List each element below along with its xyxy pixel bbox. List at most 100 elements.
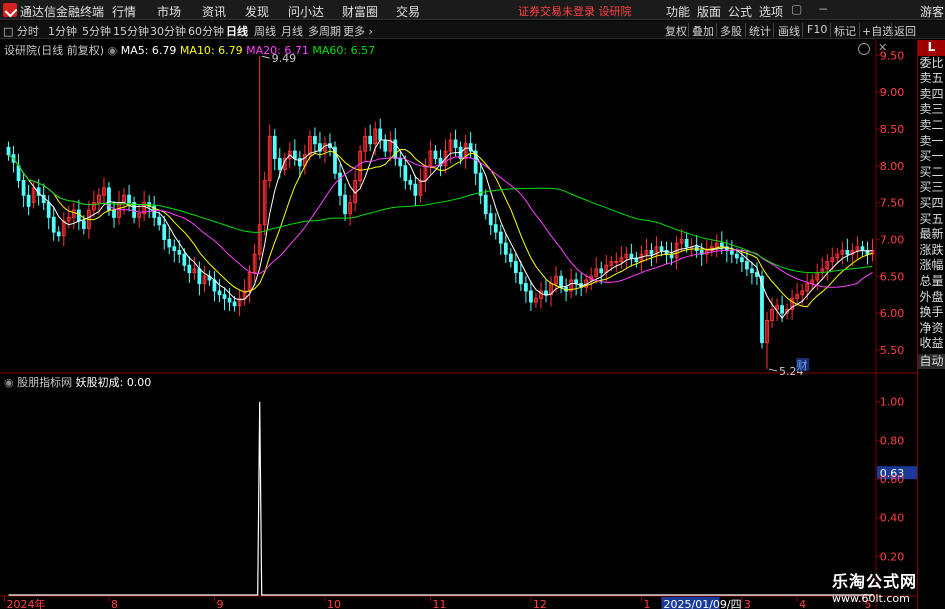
candle-body xyxy=(167,238,172,248)
date-highlight-label: 2025/01/09/四 xyxy=(664,598,742,609)
close-icon[interactable]: ✕ xyxy=(878,42,890,55)
sub-tick-label: 0.40 xyxy=(880,512,905,525)
multi-stock-button[interactable]: 多股 xyxy=(720,23,742,39)
candle-body xyxy=(177,250,182,255)
candle-body xyxy=(217,290,222,296)
panel-item: 最新 xyxy=(919,227,944,242)
period-tab[interactable]: 5分钟 xyxy=(82,23,111,39)
main-legend: 设研院(日线 前复权) ◉ MA5: 6.79 MA10: 6.79 MA20:… xyxy=(4,42,375,58)
period-tab[interactable]: 月线 xyxy=(281,23,303,39)
adjust-button[interactable]: 复权 xyxy=(665,23,687,39)
auto-button[interactable]: 自动 xyxy=(918,353,945,370)
mark-button[interactable]: 标记 xyxy=(834,23,856,39)
settings-icon[interactable] xyxy=(858,43,870,55)
separator xyxy=(891,23,892,37)
panel-item: 卖五 xyxy=(919,71,944,86)
panel-toggle[interactable]: L xyxy=(918,40,945,56)
chart-canvas[interactable]: 9.509.008.508.007.507.006.506.005.509.49… xyxy=(0,40,917,609)
period-tab[interactable]: 1分钟 xyxy=(48,23,77,39)
indicator-line: 妖股初成: 0.00 xyxy=(75,376,152,389)
minimize-icon[interactable]: − xyxy=(818,2,828,16)
price-tick-label: 6.50 xyxy=(880,270,905,283)
restore-icon[interactable]: ▢ xyxy=(791,2,802,16)
candle-body xyxy=(544,290,548,296)
candle-body xyxy=(112,209,116,218)
candle-body xyxy=(493,224,498,233)
statistics-button[interactable]: 统计 xyxy=(749,23,771,39)
back-button[interactable]: 返回 xyxy=(894,23,916,39)
candle-body xyxy=(408,180,413,185)
period-tab[interactable]: 周线 xyxy=(254,23,276,39)
menu-item-options[interactable]: 选项 xyxy=(759,3,783,20)
draw-button[interactable]: 画线 xyxy=(778,23,800,39)
menu-item-assistant[interactable]: 问小达 xyxy=(288,3,324,20)
period-more[interactable]: 更多 › xyxy=(343,23,373,39)
price-tick-label: 9.00 xyxy=(880,86,905,99)
candle-body xyxy=(127,194,131,204)
period-tab[interactable]: 30分钟 xyxy=(150,23,186,39)
candle-body xyxy=(729,250,734,255)
date-tick-label: 9 xyxy=(216,598,223,609)
panel-item: 净资 xyxy=(919,320,944,335)
price-tick-label: 8.00 xyxy=(880,160,905,173)
menu-item-layout[interactable]: 版面 xyxy=(697,3,721,20)
watermark-url: www.60lt.com xyxy=(832,592,910,605)
candle-body xyxy=(26,194,31,207)
indicator-dropdown-icon[interactable]: ◉ xyxy=(4,376,17,389)
date-tick-label: 11 xyxy=(432,598,446,609)
menu-item-function[interactable]: 功能 xyxy=(666,3,690,20)
period-tab[interactable]: 60分钟 xyxy=(188,23,224,39)
menu-item-quotes[interactable]: 行情 xyxy=(112,3,136,20)
f10-button[interactable]: F10 xyxy=(807,23,827,36)
login-notice[interactable]: 证券交易未登录 设研院 xyxy=(518,3,632,19)
panel-item: 换手 xyxy=(919,305,944,320)
sub-tick-label: 0.20 xyxy=(880,550,905,563)
candle-body xyxy=(734,253,739,259)
period-tab[interactable]: 多周期 xyxy=(308,23,341,39)
menu-item-formula[interactable]: 公式 xyxy=(728,3,752,20)
indicator-line xyxy=(8,401,873,596)
candle-body xyxy=(403,165,408,182)
date-tick-label: 10 xyxy=(327,598,341,609)
panel-item: 涨跌 xyxy=(919,242,944,257)
candle-body xyxy=(81,220,86,229)
watermark: 乐淘公式网 www.60lt.com xyxy=(832,568,942,606)
date-tick-label: 12 xyxy=(533,598,547,609)
candle-body xyxy=(51,216,56,233)
period-tab-daily[interactable]: 日线 xyxy=(226,23,248,39)
separator xyxy=(802,23,803,37)
candle-body xyxy=(529,290,533,303)
menu-item-wealth[interactable]: 财富圈 xyxy=(342,3,378,20)
candle-body xyxy=(488,213,493,226)
menu-item-news[interactable]: 资讯 xyxy=(202,3,226,20)
panel-item: 买二 xyxy=(919,164,944,179)
panel-item: 委比 xyxy=(919,55,944,70)
candle-body xyxy=(197,268,202,285)
date-tick-label: 3 xyxy=(744,598,751,609)
kline-chart[interactable]: 9.50 9.00 8.50 8.00 7.50 7.00 6.50 6.00 5.50 9.49… xyxy=(0,40,917,609)
low-pointer xyxy=(768,368,778,372)
period-tab[interactable]: □ 分时 xyxy=(3,23,39,39)
candle-body xyxy=(6,146,11,156)
candle-body xyxy=(132,202,136,218)
app-title: 通达信金融终端 xyxy=(20,5,105,19)
indicator-name[interactable]: 股朋指标网 xyxy=(17,376,72,389)
menu-item-trade[interactable]: 交易 xyxy=(396,3,420,20)
panel-item: 收益 xyxy=(919,336,944,351)
overlay-button[interactable]: 叠加 xyxy=(692,23,714,39)
add-watchlist-button[interactable]: +自选 xyxy=(862,23,893,39)
ma5-label: MA5: 6.79 xyxy=(120,44,177,57)
candle-body xyxy=(182,253,187,266)
candle-body xyxy=(614,261,619,264)
candle-body xyxy=(498,231,503,244)
ma-dropdown-icon[interactable]: ◉ xyxy=(108,44,121,57)
panel-item: 买一 xyxy=(919,149,944,164)
candle-body xyxy=(599,268,604,274)
candle-body xyxy=(297,157,302,167)
stock-label[interactable]: 设研院(日线 前复权) xyxy=(4,44,104,57)
period-tab[interactable]: 15分钟 xyxy=(113,23,149,39)
guest-label[interactable]: 游客 xyxy=(920,3,944,20)
menu-item-market[interactable]: 市场 xyxy=(157,3,181,20)
candle-body xyxy=(222,294,227,299)
menu-item-discover[interactable]: 发现 xyxy=(245,3,269,20)
